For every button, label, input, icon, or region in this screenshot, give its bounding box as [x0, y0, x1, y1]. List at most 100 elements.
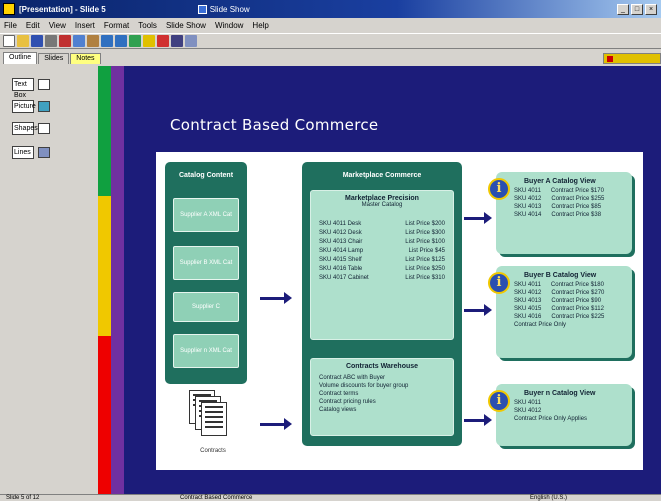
- zoom-icon[interactable]: [171, 35, 183, 47]
- doc-tab[interactable]: Slide Show: [197, 4, 250, 14]
- view-row: SKU 4013 Contract Price $90: [514, 298, 602, 304]
- info-icon: i: [488, 390, 510, 412]
- status-bar: Slide 5 of 12 Contract Based Commerce En…: [0, 494, 661, 501]
- app-icon: [3, 3, 15, 15]
- slide-color-bar: [98, 66, 111, 494]
- chart-icon[interactable]: [129, 35, 141, 47]
- view-footer: Contract Price Only: [514, 322, 567, 328]
- master-catalog-subtitle: Master Catalog: [361, 202, 403, 208]
- tool-shapes[interactable]: Shapes: [12, 122, 50, 135]
- diagram-area: Catalog Content Supplier A XML Cat Suppl…: [156, 152, 643, 470]
- flow-arrow: [260, 418, 292, 430]
- catalog-row: SKU 4017 Cabinet List Price $310: [319, 275, 445, 281]
- contracts-document-icon: [189, 390, 231, 442]
- tool-picture[interactable]: Picture: [12, 100, 50, 113]
- slideshow-icon: [197, 4, 207, 14]
- menu-bar: File Edit View Insert Format Tools Slide…: [0, 19, 661, 32]
- contracts-item: Catalog views: [319, 407, 357, 413]
- flow-arrow: [260, 292, 292, 304]
- catalog-row: SKU 4014 Lamp List Price $45: [319, 248, 445, 254]
- catalog-row: SKU 4016 Table List Price $250: [319, 266, 445, 272]
- save-icon[interactable]: [31, 35, 43, 47]
- marketplace-title: Marketplace Commerce: [342, 172, 422, 179]
- contracts-item: Contract pricing rules: [319, 399, 376, 405]
- info-icon: i: [488, 178, 510, 200]
- text-icon: [38, 79, 50, 90]
- status-slide-count: Slide 5 of 12: [6, 495, 40, 501]
- status-indicator: [603, 53, 661, 64]
- view-title: Buyer A Catalog View: [524, 178, 596, 185]
- view-title: Buyer B Catalog View: [524, 272, 597, 279]
- view-row: SKU 4012 Contract Price $270: [514, 290, 605, 296]
- tool-textbox[interactable]: Text Box: [12, 78, 50, 99]
- view-row: SKU 4011 Contract Price $170: [514, 188, 604, 194]
- catalog-content-title: Catalog Content: [178, 172, 234, 179]
- flow-arrow: [464, 414, 492, 426]
- menu-edit[interactable]: Edit: [26, 21, 40, 30]
- left-tool-panel: Text Box Picture Shapes Lines: [0, 66, 98, 496]
- flow-arrow: [464, 304, 492, 316]
- contracts-item: Contract ABC with Buyer: [319, 375, 386, 381]
- standard-toolbar: [0, 33, 661, 49]
- catalog-row: SKU 4011 Desk List Price $200: [319, 221, 445, 227]
- title-bar: [Presentation] - Slide 5 Slide Show _ □ …: [0, 0, 661, 18]
- undo-icon[interactable]: [101, 35, 113, 47]
- menu-insert[interactable]: Insert: [75, 21, 95, 30]
- menu-slideshow[interactable]: Slide Show: [166, 21, 206, 30]
- catalog-tile: Supplier B XML Cat: [173, 246, 239, 280]
- contracts-item: Volume discounts for buyer group: [319, 383, 409, 389]
- paste-icon[interactable]: [87, 35, 99, 47]
- slide-canvas[interactable]: Contract Based Commerce Catalog Content …: [124, 66, 661, 494]
- status-language: English (U.S.): [530, 495, 568, 501]
- view-tabs: Outline Slides Notes: [0, 51, 661, 64]
- catalog-row: SKU 4013 Chair List Price $100: [319, 239, 445, 245]
- menu-tools[interactable]: Tools: [138, 21, 157, 30]
- lines-icon: [38, 147, 50, 158]
- contracts-warehouse-title: Contracts Warehouse: [345, 363, 419, 370]
- view-row: SKU 4013 Contract Price $85: [514, 204, 602, 210]
- tab-slides[interactable]: Slides: [38, 53, 70, 64]
- tab-outline[interactable]: Outline: [3, 52, 38, 64]
- minimize-button[interactable]: _: [617, 3, 629, 15]
- table-icon[interactable]: [143, 35, 155, 47]
- red-stripe: [98, 336, 111, 494]
- view-line: SKU 4011: [514, 400, 541, 406]
- catalog-row: SKU 4015 Shelf List Price $125: [319, 257, 445, 263]
- help-icon[interactable]: [185, 35, 197, 47]
- tool-lines[interactable]: Lines: [12, 146, 50, 159]
- menu-file[interactable]: File: [4, 21, 17, 30]
- menu-help[interactable]: Help: [252, 21, 268, 30]
- menu-view[interactable]: View: [49, 21, 66, 30]
- view-line: Contract Price Only Applies: [514, 416, 588, 422]
- cut-icon[interactable]: [59, 35, 71, 47]
- menu-window[interactable]: Window: [215, 21, 243, 30]
- yellow-stripe: [98, 196, 111, 336]
- view-title: Buyer n Catalog View: [524, 390, 596, 397]
- maximize-button[interactable]: □: [631, 3, 643, 15]
- catalog-tile: Supplier n XML Cat: [173, 334, 239, 368]
- catalog-row: SKU 4012 Desk List Price $300: [319, 230, 445, 236]
- print-icon[interactable]: [45, 35, 57, 47]
- view-row: SKU 4012 Contract Price $255: [514, 196, 605, 202]
- new-icon[interactable]: [3, 35, 15, 47]
- menu-format[interactable]: Format: [104, 21, 129, 30]
- flow-arrow: [464, 212, 492, 224]
- buyer-a-view-panel: i Buyer A Catalog View SKU 4011 Contract …: [488, 172, 632, 254]
- catalog-tile: Supplier A XML Cat: [173, 198, 239, 232]
- tab-notes[interactable]: Notes: [70, 53, 101, 64]
- shapes-icon: [38, 123, 50, 134]
- redo-icon[interactable]: [115, 35, 127, 47]
- open-icon[interactable]: [17, 35, 29, 47]
- close-button[interactable]: ×: [645, 3, 657, 15]
- status-design: Contract Based Commerce: [180, 495, 253, 501]
- contracts-caption: Contracts: [200, 448, 226, 454]
- contracts-warehouse-box: Contracts Warehouse Contract ABC with Bu…: [310, 358, 454, 436]
- catalog-content-panel: Catalog Content Supplier A XML Cat Suppl…: [165, 162, 247, 384]
- view-row: SKU 4014 Contract Price $38: [514, 212, 602, 218]
- master-catalog-box: Marketplace Precision Master Catalog SKU…: [310, 190, 454, 340]
- info-icon: i: [488, 272, 510, 294]
- window-title: [Presentation] - Slide 5: [19, 4, 106, 14]
- buyer-b-view-panel: i Buyer B Catalog View SKU 4011 Contract …: [488, 266, 632, 358]
- copy-icon[interactable]: [73, 35, 85, 47]
- draw-icon[interactable]: [157, 35, 169, 47]
